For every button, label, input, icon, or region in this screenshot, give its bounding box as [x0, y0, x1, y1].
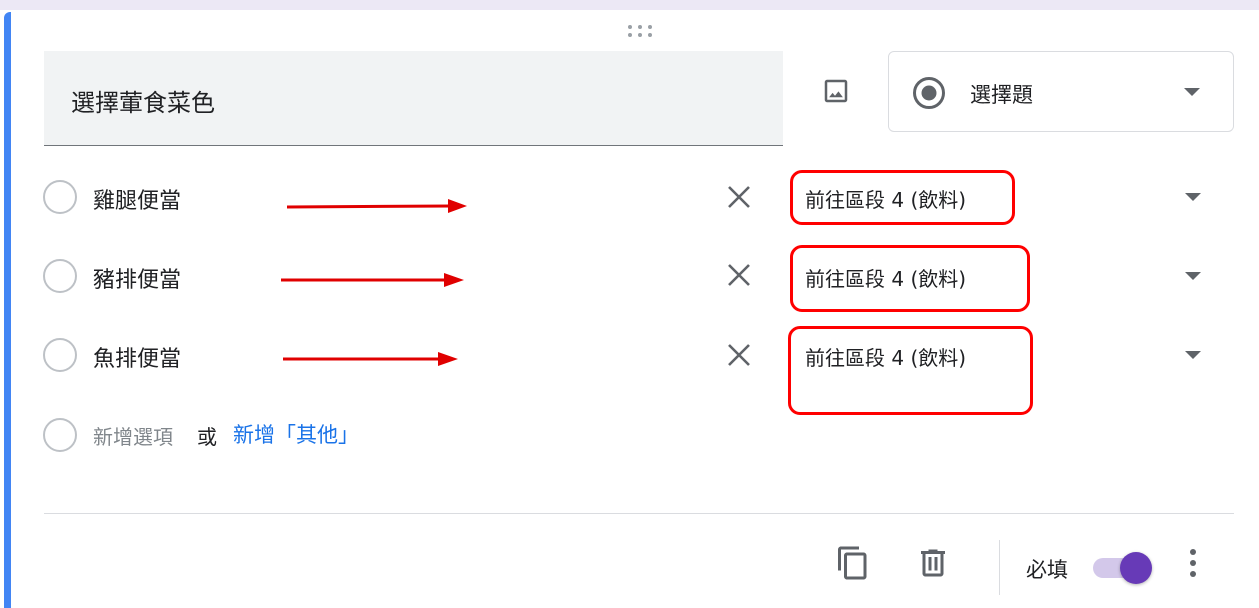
goto-section-select[interactable]: 前往區段 4 (飲料): [805, 263, 966, 292]
required-toggle[interactable]: [1093, 551, 1153, 585]
close-icon[interactable]: [724, 340, 754, 370]
or-text: 或: [197, 425, 217, 449]
required-label: 必填: [1026, 558, 1068, 582]
question-type-label: 選擇題: [970, 83, 1033, 107]
option-radio: [43, 259, 77, 293]
add-option-button[interactable]: 新增選項: [93, 421, 173, 450]
goto-section-select[interactable]: 前往區段 4 (飲料): [805, 342, 966, 371]
copy-icon[interactable]: [835, 544, 871, 582]
chevron-down-icon[interactable]: [1185, 272, 1201, 280]
add-option-radio: [43, 418, 77, 452]
red-arrow-icon: [286, 199, 467, 213]
close-icon[interactable]: [724, 260, 754, 290]
arrow-drop-down-icon: [1184, 88, 1200, 96]
footer-divider: [44, 513, 1234, 514]
delete-icon[interactable]: [915, 544, 951, 582]
close-icon[interactable]: [724, 182, 754, 212]
chevron-down-icon[interactable]: [1185, 351, 1201, 359]
toggle-thumb: [1120, 552, 1152, 584]
image-icon: [824, 79, 848, 103]
option-radio: [43, 338, 77, 372]
active-card-accent: [4, 12, 11, 608]
annotation-arrow: [283, 352, 458, 366]
footer-vertical-divider: [999, 540, 1000, 595]
option-radio: [43, 180, 77, 214]
top-strip: [0, 0, 1259, 10]
red-arrow-icon: [281, 273, 464, 287]
chevron-down-icon[interactable]: [1185, 193, 1201, 201]
option-label[interactable]: 雞腿便當: [93, 183, 181, 215]
goto-section-select[interactable]: 前往區段 4 (飲料): [805, 184, 966, 213]
add-other-link[interactable]: 新增「其他」: [233, 419, 359, 449]
question-type-select[interactable]: 選擇題: [888, 51, 1234, 132]
annotation-arrows: [281, 199, 467, 287]
red-arrow-icon: [283, 352, 458, 366]
question-title: 選擇葷食菜色: [71, 89, 215, 117]
option-label[interactable]: 魚排便當: [93, 341, 181, 373]
drag-indicator-icon[interactable]: [626, 23, 654, 39]
more-vert-icon[interactable]: [1180, 548, 1206, 582]
option-label[interactable]: 豬排便當: [93, 262, 181, 294]
question-title-field[interactable]: 選擇葷食菜色: [44, 51, 783, 146]
add-image-button[interactable]: [819, 74, 853, 108]
radio-button-icon: [913, 77, 945, 109]
